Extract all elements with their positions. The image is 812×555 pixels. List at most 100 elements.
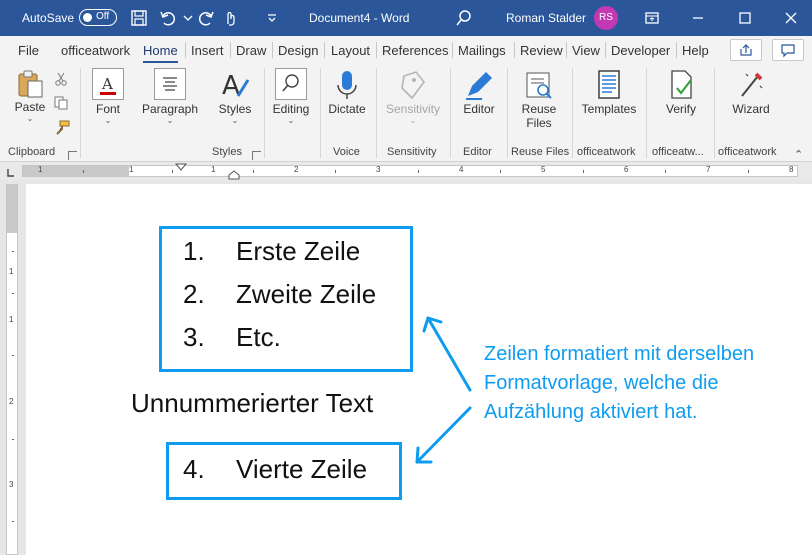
list-number: 2.: [183, 279, 205, 309]
ruler-tick: [418, 170, 419, 173]
list-number: 1.: [183, 236, 205, 266]
tab-references[interactable]: References: [382, 43, 448, 58]
clipboard-dialog-launcher-icon[interactable]: [68, 151, 77, 160]
copy-icon[interactable]: [54, 96, 68, 110]
editor-button[interactable]: Editor: [456, 68, 502, 116]
list-number: 4.: [183, 454, 205, 484]
autosave-toggle[interactable]: Off: [79, 9, 117, 26]
ruler-tick: [12, 251, 14, 252]
collapse-ribbon-icon[interactable]: ⌃: [794, 148, 803, 161]
templates-button[interactable]: Templates: [578, 68, 640, 116]
hanging-indent-marker-icon[interactable]: [228, 170, 240, 180]
paste-dropdown-icon[interactable]: ⌄: [10, 114, 50, 124]
paragraph-button[interactable]: Paragraph ⌄: [140, 68, 200, 126]
cut-icon[interactable]: [54, 72, 68, 86]
tab-layout[interactable]: Layout: [331, 43, 370, 58]
first-line-indent-marker-icon[interactable]: [175, 163, 187, 171]
ruler-number: 4: [459, 165, 464, 174]
touch-mode-icon[interactable]: [220, 8, 240, 28]
ruler-tick: [253, 170, 254, 173]
comments-button[interactable]: [772, 39, 804, 61]
sensitivity-button[interactable]: Sensitivity ⌄: [382, 68, 444, 126]
tab-help[interactable]: Help: [682, 43, 709, 58]
ruler-number: 1: [9, 267, 14, 276]
group-divider: [320, 68, 321, 158]
svg-text:A: A: [101, 75, 113, 93]
user-name[interactable]: Roman Stalder: [506, 11, 586, 25]
tab-insert[interactable]: Insert: [191, 43, 224, 58]
paragraph-label: Paragraph: [141, 102, 199, 116]
undo-icon[interactable]: [158, 8, 178, 28]
group-divider: [507, 68, 508, 158]
templates-label: Templates: [581, 102, 637, 116]
tab-officeatwork[interactable]: officeatwork: [61, 43, 130, 58]
vertical-ruler[interactable]: 1 1 2 3: [6, 184, 18, 555]
font-dropdown-icon: ⌄: [104, 116, 112, 125]
ruler-tick: [665, 170, 666, 173]
maximize-icon[interactable]: [735, 8, 755, 28]
minimize-icon[interactable]: [688, 8, 708, 28]
font-button[interactable]: A Font ⌄: [88, 68, 128, 126]
reuse-files-group-label: Reuse Files: [511, 146, 570, 158]
styles-group-label: Styles: [212, 146, 242, 158]
annotation-line: Formatvorlage, welche die: [484, 372, 719, 394]
tab-file[interactable]: File: [18, 43, 39, 58]
list-item: Etc.: [236, 322, 281, 352]
ruler-number: 6: [624, 165, 629, 174]
tab-divider: [566, 42, 567, 58]
tab-design[interactable]: Design: [278, 43, 318, 58]
wizard-icon: [741, 72, 763, 97]
tab-draw[interactable]: Draw: [236, 43, 266, 58]
tab-mailings[interactable]: Mailings: [458, 43, 506, 58]
toggle-knob: [83, 13, 92, 22]
ruler-tick: [12, 521, 14, 522]
list-item: Vierte Zeile: [236, 454, 368, 484]
ruler-number: 1: [211, 165, 216, 174]
editing-button[interactable]: Editing ⌄: [270, 68, 312, 126]
styles-icon: A: [222, 71, 250, 101]
tab-home[interactable]: Home: [143, 43, 178, 63]
search-icon[interactable]: [454, 8, 474, 28]
group-divider: [572, 68, 573, 158]
ruler-number: 1: [38, 165, 43, 174]
share-button[interactable]: [730, 39, 762, 61]
editing-dropdown-icon: ⌄: [287, 116, 295, 125]
clipboard-group-label: Clipboard: [8, 146, 56, 158]
undo-dropdown-icon[interactable]: [178, 8, 198, 28]
ribbon: Paste ⌄ Clipboard A Font ⌄ Paragraph ⌄ A…: [0, 64, 812, 162]
ruler-tick: [172, 170, 173, 173]
title-bar: AutoSave Off Document4 - Word Roman Stal…: [0, 0, 812, 36]
microphone-icon: [337, 71, 357, 99]
styles-button[interactable]: A Styles ⌄: [214, 68, 256, 126]
ruler-tick: [335, 170, 336, 173]
tab-selector-icon[interactable]: [5, 168, 15, 178]
wizard-button[interactable]: Wizard: [724, 68, 778, 116]
format-painter-icon[interactable]: [54, 120, 70, 136]
editor-icon: [466, 72, 492, 100]
group-divider: [646, 68, 647, 158]
tab-view[interactable]: View: [572, 43, 600, 58]
avatar[interactable]: RS: [594, 6, 618, 30]
dictate-button[interactable]: Dictate: [324, 68, 370, 116]
files-label: Files: [526, 116, 552, 130]
paste-button[interactable]: Paste ⌄: [10, 68, 50, 124]
horizontal-ruler[interactable]: 1 1 1 2 3 4 5 6 7 8: [22, 165, 798, 177]
tab-review[interactable]: Review: [520, 43, 563, 58]
editor-group-label: Editor: [463, 146, 492, 158]
ribbon-display-options-icon[interactable]: [642, 8, 662, 28]
styles-dialog-launcher-icon[interactable]: [252, 151, 261, 160]
redo-icon[interactable]: [196, 8, 216, 28]
verify-button[interactable]: Verify: [656, 68, 706, 116]
reuse-files-button[interactable]: Reuse Files: [514, 68, 564, 130]
templates-icon: [598, 70, 620, 99]
editing-label: Editing: [272, 102, 310, 116]
ruler-number: 1: [129, 165, 134, 174]
dictate-label: Dictate: [328, 102, 366, 116]
group-divider: [376, 68, 377, 158]
tab-developer[interactable]: Developer: [611, 43, 670, 58]
customize-toolbar-icon[interactable]: [262, 8, 282, 28]
ruler-tick: [748, 170, 749, 173]
tab-divider: [272, 42, 273, 58]
close-icon[interactable]: [781, 8, 801, 28]
save-icon[interactable]: [129, 8, 149, 28]
